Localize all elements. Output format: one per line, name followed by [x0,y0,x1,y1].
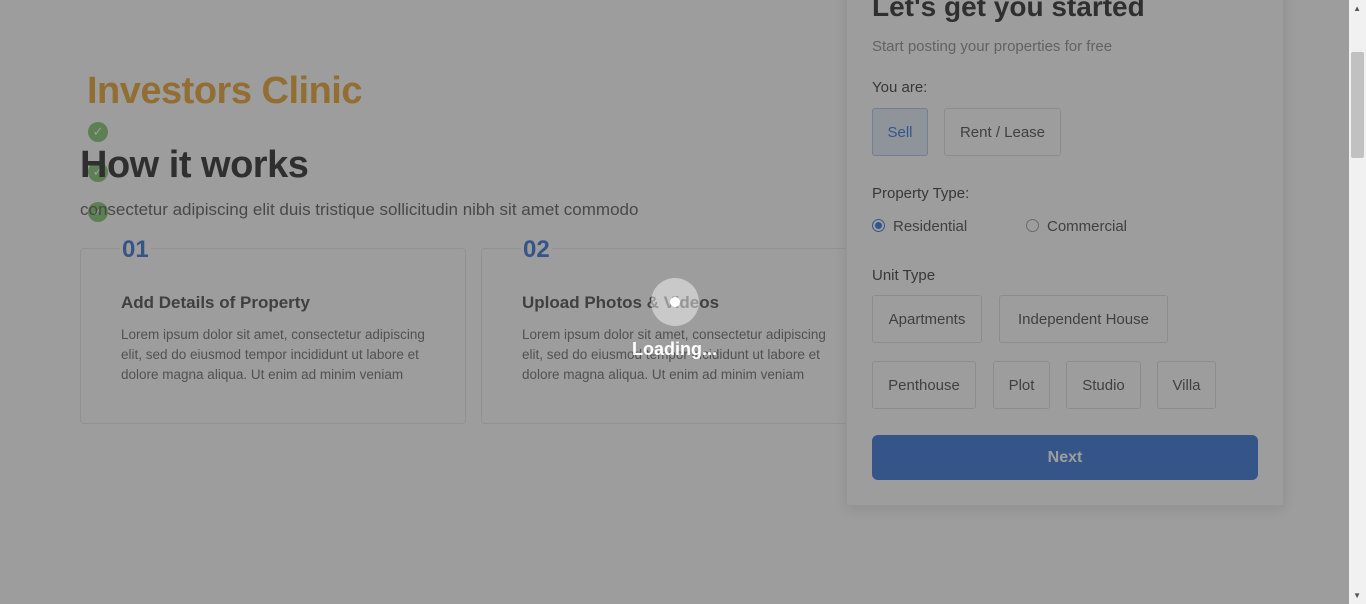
scroll-up-arrow-icon[interactable]: ▲ [1353,4,1361,13]
vertical-scrollbar[interactable]: ▲ ▼ [1349,0,1366,604]
loading-text: Loading... [632,339,717,359]
scrollbar-thumb[interactable] [1351,52,1364,158]
scroll-down-arrow-icon[interactable]: ▼ [1353,591,1361,600]
loading-spinner-icon [651,278,699,326]
loading-overlay: Loading... [0,0,1349,604]
